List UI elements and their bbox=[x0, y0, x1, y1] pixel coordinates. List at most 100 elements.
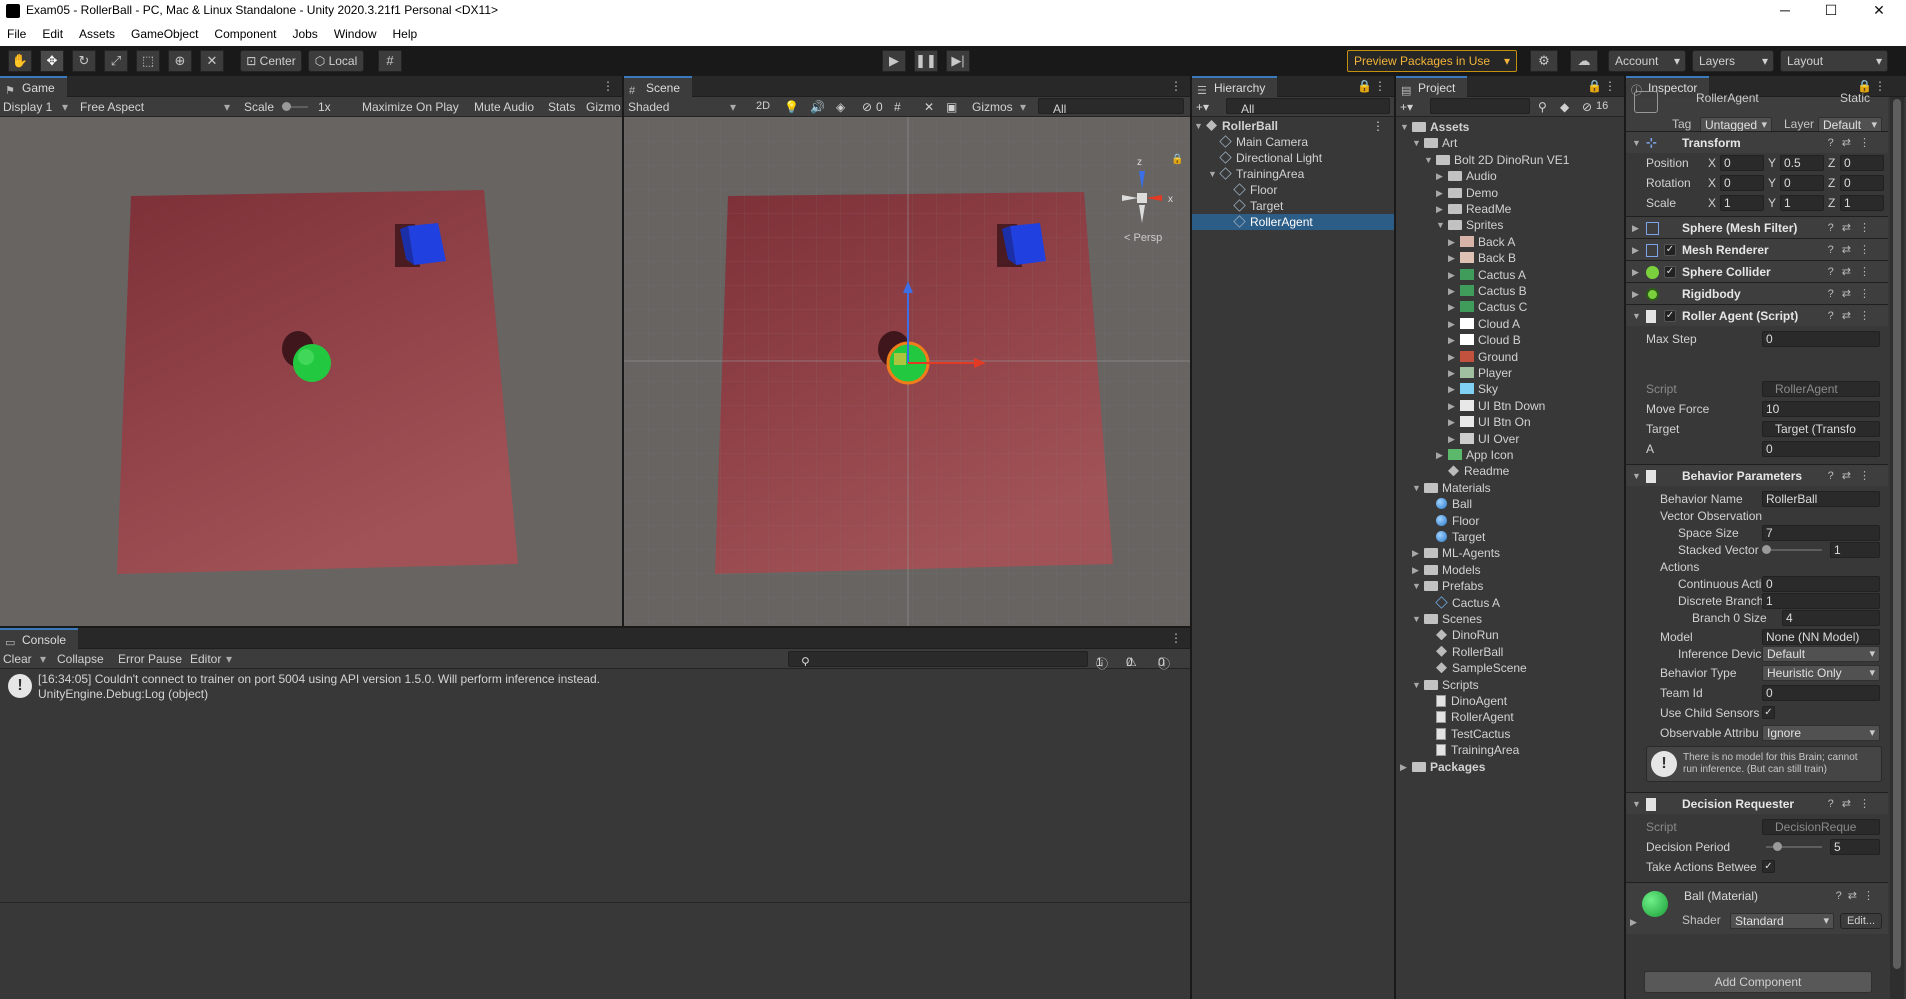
audio-icon[interactable]: 🔊 bbox=[810, 100, 825, 114]
mode-2d-toggle[interactable]: 2D bbox=[756, 100, 770, 112]
step-button-icon[interactable]: ▶| bbox=[946, 50, 970, 72]
project-item[interactable]: ▶ ML-Agents bbox=[1396, 545, 1624, 561]
account-dropdown[interactable]: Account ▾ bbox=[1608, 50, 1686, 72]
fold-arrow-icon[interactable]: ▶ bbox=[1632, 217, 1639, 239]
expand-arrow-icon[interactable]: ▶ bbox=[1448, 267, 1455, 283]
project-item[interactable]: ▼ Materials bbox=[1396, 480, 1624, 496]
axis-x-label[interactable]: X bbox=[1708, 154, 1716, 172]
tab-hierarchy[interactable]: ☰ Hierarchy bbox=[1192, 76, 1278, 97]
expand-arrow-icon[interactable]: ▶ bbox=[1436, 447, 1443, 463]
behavior-parameters-header[interactable]: ▼ Behavior Parameters ?⇄⋮ bbox=[1626, 464, 1888, 486]
expand-arrow-icon[interactable]: ▶ bbox=[1412, 545, 1419, 561]
stacked-vectors-slider-knob[interactable] bbox=[1762, 545, 1771, 554]
search-by-type-icon[interactable]: ⚲ bbox=[1538, 100, 1547, 114]
project-item[interactable]: Cactus A bbox=[1396, 595, 1624, 611]
use-child-sensors-checkbox[interactable]: ✓ bbox=[1762, 706, 1775, 719]
fold-arrow-icon[interactable]: ▼ bbox=[1632, 305, 1641, 327]
project-item[interactable]: ▶ Cactus A bbox=[1396, 267, 1624, 283]
pause-button-icon[interactable]: ❚❚ bbox=[914, 50, 938, 72]
menu-component[interactable]: Component bbox=[214, 22, 276, 46]
lock-icon[interactable]: 🔒 bbox=[1171, 153, 1183, 165]
transform-tool-icon[interactable]: ⊕ bbox=[168, 50, 192, 72]
team-id-field[interactable]: 0 bbox=[1762, 685, 1880, 701]
cloud-icon[interactable]: ☁ bbox=[1570, 50, 1598, 72]
menu-edit[interactable]: Edit bbox=[42, 22, 63, 46]
project-item[interactable]: RollerBall bbox=[1396, 644, 1624, 660]
transform-z-field[interactable]: 0 bbox=[1840, 175, 1884, 191]
lock-icon[interactable]: 🔒 bbox=[1357, 79, 1372, 93]
rotate-tool-icon[interactable]: ↻ bbox=[72, 50, 96, 72]
effects-icon[interactable]: ◈ bbox=[836, 100, 845, 114]
project-item[interactable]: ▶ App Icon bbox=[1396, 447, 1624, 463]
minimize-button[interactable]: ─ bbox=[1762, 0, 1808, 22]
expand-arrow-icon[interactable]: ▶ bbox=[1448, 316, 1455, 332]
project-item[interactable]: ▶ Audio bbox=[1396, 168, 1624, 184]
project-item[interactable]: Readme bbox=[1396, 463, 1624, 479]
model-field[interactable]: None (NN Model) bbox=[1762, 629, 1880, 645]
project-search-input[interactable] bbox=[1430, 98, 1530, 114]
maximize-on-play-toggle[interactable]: Maximize On Play bbox=[362, 100, 459, 114]
expand-arrow-icon[interactable]: ▶ bbox=[1448, 398, 1455, 414]
menu-assets[interactable]: Assets bbox=[79, 22, 115, 46]
expand-arrow-icon[interactable]: ▶ bbox=[1448, 431, 1455, 447]
project-item[interactable]: ▼ Prefabs bbox=[1396, 578, 1624, 594]
project-item[interactable]: ▶ ReadMe bbox=[1396, 201, 1624, 217]
mesh-renderer-header[interactable]: ▶ ✓ Mesh Renderer ?⇄⋮ bbox=[1626, 238, 1888, 260]
grid-snap-icon[interactable]: # bbox=[378, 50, 402, 72]
project-item[interactable]: DinoRun bbox=[1396, 627, 1624, 643]
project-item[interactable]: ▶ Cloud A bbox=[1396, 316, 1624, 332]
tab-scene[interactable]: # Scene bbox=[624, 76, 693, 97]
rect-tool-icon[interactable]: ⬚ bbox=[136, 50, 160, 72]
take-actions-checkbox[interactable]: ✓ bbox=[1762, 860, 1775, 873]
edit-shader-button[interactable]: Edit... bbox=[1840, 913, 1882, 929]
expand-arrow-icon[interactable]: ▶ bbox=[1436, 201, 1443, 217]
game-viewport[interactable] bbox=[0, 117, 622, 626]
decision-requester-header[interactable]: ▼ Decision Requester ?⇄⋮ bbox=[1626, 792, 1888, 814]
mesh-renderer-enabled-checkbox[interactable]: ✓ bbox=[1664, 244, 1676, 256]
gizmos-dropdown[interactable]: Gizmos bbox=[972, 100, 1013, 114]
observable-attribute-dropdown[interactable]: Ignore bbox=[1762, 725, 1880, 741]
project-item[interactable]: ▶ UI Btn Down bbox=[1396, 398, 1624, 414]
expand-arrow-icon[interactable]: ▼ bbox=[1412, 480, 1421, 496]
layout-dropdown[interactable]: Layout ▾ bbox=[1780, 50, 1888, 72]
project-item[interactable]: ▶ Packages bbox=[1396, 759, 1624, 775]
project-item[interactable]: ▶ Player bbox=[1396, 365, 1624, 381]
hierarchy-item[interactable]: Floor bbox=[1192, 182, 1394, 198]
behavior-type-dropdown[interactable]: Heuristic Only bbox=[1762, 665, 1880, 681]
more-options-icon[interactable]: ⋮ bbox=[1374, 79, 1386, 93]
project-item[interactable]: ▶ UI Btn On bbox=[1396, 414, 1624, 430]
inspector-scrollbar[interactable] bbox=[1890, 97, 1904, 999]
expand-arrow-icon[interactable]: ▼ bbox=[1412, 578, 1421, 594]
stacked-vectors-slider[interactable] bbox=[1766, 549, 1822, 551]
axis-y-label[interactable]: Y bbox=[1768, 194, 1776, 212]
project-item[interactable]: ▶ Sky bbox=[1396, 381, 1624, 397]
mute-audio-toggle[interactable]: Mute Audio bbox=[474, 100, 534, 114]
component-actions-icon[interactable]: ?⇄⋮ bbox=[1828, 305, 1878, 327]
menu-window[interactable]: Window bbox=[334, 22, 377, 46]
more-options-icon[interactable]: ⋮ bbox=[1170, 631, 1182, 645]
console-log-entry[interactable]: ! [16:34:05] Couldn't connect to trainer… bbox=[0, 670, 1190, 706]
project-item[interactable]: ▶ Cloud B bbox=[1396, 332, 1624, 348]
display-dropdown[interactable]: Display 1 bbox=[3, 100, 52, 114]
project-item[interactable]: ▼ Art bbox=[1396, 135, 1624, 151]
hierarchy-search-input[interactable]: All bbox=[1226, 98, 1390, 114]
tab-project[interactable]: ▤ Project bbox=[1396, 76, 1468, 97]
play-button-icon[interactable]: ▶ bbox=[882, 50, 906, 72]
fold-arrow-icon[interactable]: ▼ bbox=[1632, 793, 1641, 815]
decision-period-slider-knob[interactable] bbox=[1773, 842, 1783, 851]
projection-label[interactable]: < Persp bbox=[1124, 232, 1162, 244]
hierarchy-item[interactable]: ▼ TrainingArea bbox=[1192, 166, 1394, 182]
a-field[interactable]: 0 bbox=[1762, 441, 1880, 457]
discrete-branches-field[interactable]: 1 bbox=[1762, 593, 1880, 609]
project-item[interactable]: TrainingArea bbox=[1396, 742, 1624, 758]
error-pause-toggle[interactable]: Error Pause bbox=[118, 652, 182, 666]
custom-tool-icon[interactable]: ✕ bbox=[200, 50, 224, 72]
expand-arrow-icon[interactable]: ▶ bbox=[1436, 185, 1443, 201]
axis-x-label[interactable]: X bbox=[1708, 174, 1716, 192]
project-item[interactable]: TestCactus bbox=[1396, 726, 1624, 742]
add-component-button[interactable]: Add Component bbox=[1644, 971, 1872, 993]
project-item[interactable]: Ball bbox=[1396, 496, 1624, 512]
component-actions-icon[interactable]: ?⇄⋮ bbox=[1828, 132, 1878, 154]
project-item[interactable]: ▶ Back A bbox=[1396, 234, 1624, 250]
lighting-icon[interactable]: 💡 bbox=[784, 100, 799, 114]
